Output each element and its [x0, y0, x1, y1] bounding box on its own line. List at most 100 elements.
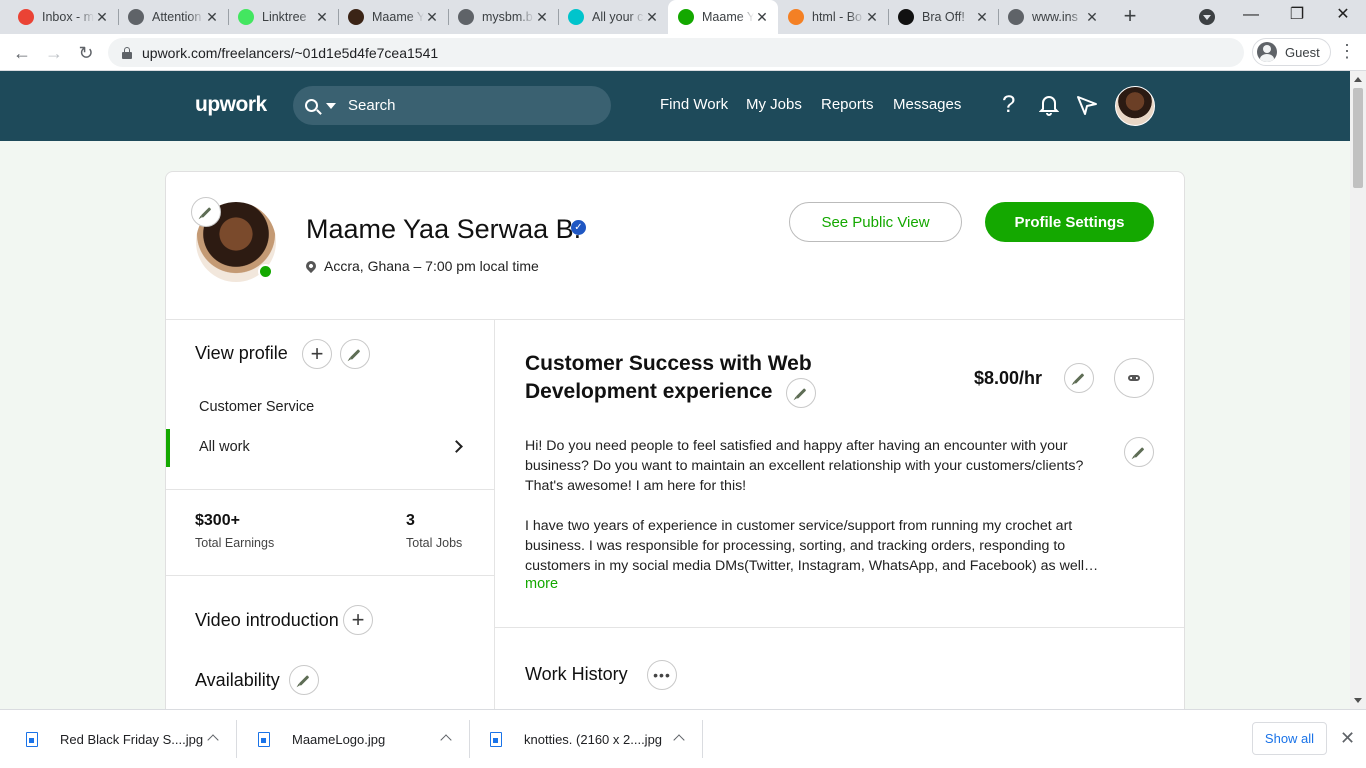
availability-title: Availability — [195, 670, 280, 690]
tab-close-icon[interactable]: ✕ — [94, 9, 110, 26]
see-public-view-button[interactable]: See Public View — [789, 202, 962, 242]
scroll-up-icon[interactable] — [1354, 77, 1362, 82]
page-viewport: upwork Search Find Work My Jobs Reports … — [0, 71, 1350, 709]
nav-find-work[interactable]: Find Work — [660, 96, 728, 113]
tab-close-icon[interactable]: ✕ — [754, 9, 770, 26]
edit-rate-button[interactable] — [1064, 363, 1094, 393]
add-specialized-profile-button[interactable]: + — [302, 339, 332, 369]
browser-tab[interactable]: Maame Y ✕ — [338, 0, 448, 34]
new-tab-button[interactable]: + — [1119, 5, 1141, 28]
upwork-logo[interactable]: upwork — [195, 93, 267, 117]
guest-profile-button[interactable]: Guest — [1252, 38, 1331, 66]
online-status-indicator — [258, 264, 273, 279]
chevron-up-icon[interactable] — [207, 734, 219, 746]
stackoverflow-icon — [788, 9, 804, 25]
upwork-header: upwork Search Find Work My Jobs Reports … — [0, 71, 1350, 141]
download-filename[interactable]: MaameLogo.jpg — [292, 732, 385, 747]
send-icon[interactable] — [1076, 94, 1098, 120]
copy-link-button[interactable] — [1114, 358, 1154, 398]
overview-paragraph: I have two years of experience in custom… — [525, 518, 1099, 574]
scroll-down-icon[interactable] — [1354, 698, 1362, 703]
address-url[interactable]: upwork.com/freelancers/~01d1e5d4fe7cea15… — [142, 45, 438, 61]
tab-close-icon[interactable]: ✕ — [204, 9, 220, 26]
download-item[interactable]: knotties. (2160 x 2....jpg — [490, 710, 662, 768]
tab-close-icon[interactable]: ✕ — [864, 9, 880, 26]
window-close-icon[interactable]: ✕ — [1320, 0, 1366, 30]
more-link[interactable]: more — [525, 576, 558, 592]
plus-icon: + — [351, 607, 365, 632]
download-item[interactable]: Red Black Friday S....jpg — [26, 710, 203, 768]
plus-icon: + — [310, 341, 324, 366]
hourly-rate: $8.00/hr — [974, 368, 1043, 388]
profile-name: Maame Yaa Serwaa B. — [306, 214, 582, 244]
edit-photo-button[interactable] — [191, 197, 221, 227]
tab-close-icon[interactable]: ✕ — [424, 9, 440, 26]
tab-title: All your c — [592, 10, 644, 24]
tab-close-icon[interactable]: ✕ — [1084, 9, 1100, 26]
tab-search-icon[interactable] — [1199, 9, 1215, 25]
reload-icon[interactable]: ↻ — [74, 41, 98, 65]
back-icon[interactable]: ← — [10, 41, 34, 65]
bell-icon[interactable] — [1038, 94, 1060, 120]
browser-tab[interactable]: html - Bo ✕ — [778, 0, 888, 34]
chevron-up-icon[interactable] — [440, 734, 452, 746]
browser-menu-icon[interactable]: ⋮ — [1338, 42, 1356, 62]
column-divider — [494, 319, 495, 709]
tab-close-icon[interactable]: ✕ — [644, 9, 660, 26]
edit-title-button[interactable] — [786, 378, 816, 408]
help-icon[interactable]: ? — [1002, 93, 1015, 117]
browser-tab[interactable]: Inbox - m ✕ — [8, 0, 118, 34]
browser-tab[interactable]: Linktree ✕ — [228, 0, 338, 34]
chevron-down-icon[interactable] — [326, 102, 336, 109]
tab-close-icon[interactable]: ✕ — [974, 9, 990, 26]
work-history-more-button[interactable]: ••• — [647, 660, 677, 690]
sidebar-item-all-work[interactable]: All work — [199, 439, 250, 455]
total-earnings-label: Total Earnings — [195, 536, 275, 550]
location-pin-icon — [303, 258, 319, 274]
tab-close-icon[interactable]: ✕ — [314, 9, 330, 26]
page-scrollbar[interactable] — [1350, 71, 1366, 709]
browser-tab[interactable]: All your c ✕ — [558, 0, 668, 34]
file-icon — [258, 731, 270, 747]
search-icon — [305, 99, 318, 112]
close-downloads-icon[interactable]: ✕ — [1340, 728, 1355, 749]
minimize-icon[interactable]: — — [1228, 0, 1274, 30]
tab-close-icon[interactable]: ✕ — [534, 9, 550, 26]
download-item[interactable]: MaameLogo.jpg — [258, 710, 385, 768]
show-all-downloads-button[interactable]: Show all — [1252, 722, 1327, 755]
add-video-button[interactable]: + — [343, 605, 373, 635]
profile-settings-button[interactable]: Profile Settings — [985, 202, 1154, 242]
nav-messages[interactable]: Messages — [893, 96, 961, 113]
download-filename[interactable]: Red Black Friday S....jpg — [60, 732, 203, 747]
divider — [495, 627, 1184, 628]
browser-tab[interactable]: Bra Off! ✕ — [888, 0, 998, 34]
divider — [166, 575, 494, 576]
sidebar-item-customer-service[interactable]: Customer Service — [199, 399, 314, 415]
pencil-icon — [795, 387, 807, 399]
restore-icon[interactable]: ❐ — [1274, 0, 1320, 30]
address-bar[interactable]: upwork.com/freelancers/~01d1e5d4fe7cea15… — [108, 38, 1244, 67]
download-filename[interactable]: knotties. (2160 x 2....jpg — [524, 732, 662, 747]
browser-tab[interactable]: www.ins ✕ — [998, 0, 1108, 34]
pencil-icon — [1073, 372, 1085, 384]
edit-view-profile-button[interactable] — [340, 339, 370, 369]
nav-reports[interactable]: Reports — [821, 96, 874, 113]
chevron-up-icon[interactable] — [673, 734, 685, 746]
lock-icon — [122, 46, 132, 59]
search-bar[interactable]: Search — [293, 86, 611, 125]
browser-tab[interactable]: Maame Y ✕ — [668, 0, 778, 34]
forward-icon[interactable]: → — [42, 41, 66, 65]
edit-availability-button[interactable] — [289, 665, 319, 695]
nav-my-jobs[interactable]: My Jobs — [746, 96, 802, 113]
user-avatar[interactable] — [1115, 86, 1155, 126]
edit-overview-button[interactable] — [1124, 437, 1154, 467]
video-introduction-title: Video introduction — [195, 610, 339, 630]
scrollbar-thumb[interactable] — [1353, 88, 1363, 188]
search-input[interactable]: Search — [348, 97, 396, 114]
chevron-right-icon[interactable] — [450, 440, 463, 453]
tab-title: Bra Off! — [922, 10, 965, 24]
browser-tab[interactable]: mysbm.b ✕ — [448, 0, 558, 34]
browser-toolbar: ← → ↻ upwork.com/freelancers/~01d1e5d4fe… — [0, 34, 1366, 71]
canva-icon — [568, 9, 584, 25]
browser-tab[interactable]: Attention ✕ — [118, 0, 228, 34]
